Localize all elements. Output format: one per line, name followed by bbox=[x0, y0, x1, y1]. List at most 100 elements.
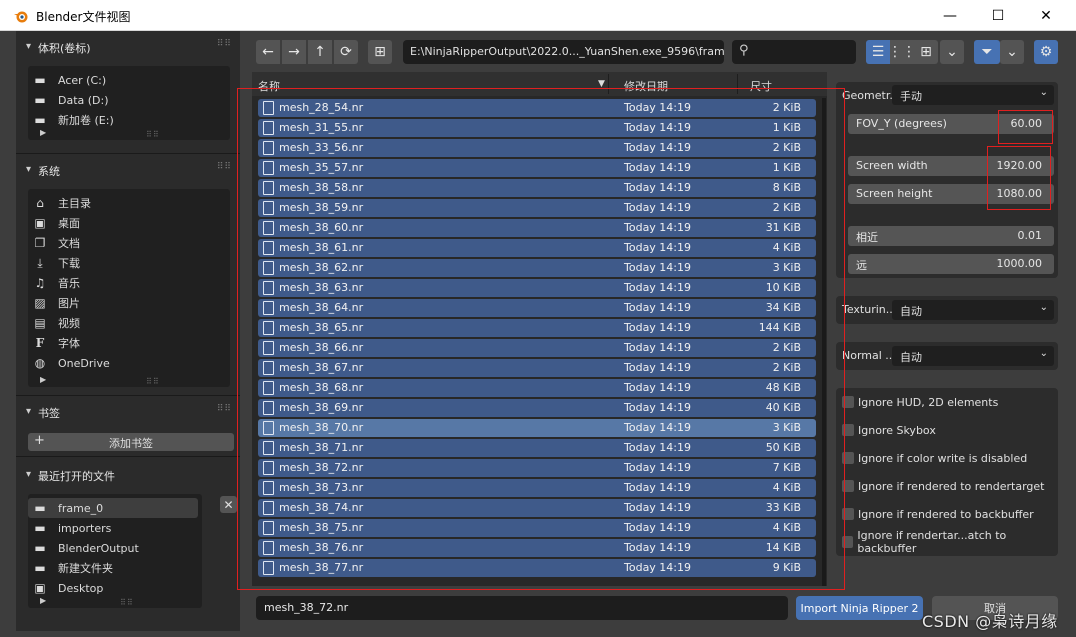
expand-triangle-icon[interactable]: ▶ bbox=[40, 128, 46, 137]
scrollbar[interactable] bbox=[822, 98, 826, 586]
chevron-down-icon: ▾ bbox=[26, 406, 32, 417]
geometry-select[interactable]: 手动 ⌄ bbox=[892, 85, 1054, 105]
view-thumbnails-button[interactable]: ⊞ bbox=[914, 40, 938, 64]
sidebar-item-videos[interactable]: ▤ 视频 bbox=[28, 313, 230, 333]
file-row[interactable]: mesh_31_55.nr Today 14:19 1 KiB bbox=[257, 118, 817, 138]
bookmarks-panel: ▾ 书签 ⠿⠿ + 添加书签 bbox=[22, 401, 234, 451]
close-window-button[interactable]: ✕ bbox=[1023, 0, 1069, 31]
path-field[interactable]: E:\NinjaRipperOutput\2022.0..._YuanShen.… bbox=[403, 40, 724, 64]
file-row[interactable]: mesh_38_71.nr Today 14:19 50 KiB bbox=[257, 438, 817, 458]
parent-directory-button[interactable]: ↑ bbox=[308, 40, 332, 64]
sidebar-item-home[interactable]: ⌂ 主目录 bbox=[28, 193, 230, 213]
sidebar-item-pictures[interactable]: ▨ 图片 bbox=[28, 293, 230, 313]
file-row[interactable]: mesh_38_66.nr Today 14:19 2 KiB bbox=[257, 338, 817, 358]
sidebar-item-drive-c[interactable]: ▬ Acer (C:) bbox=[28, 70, 230, 90]
near-field[interactable]: 相近 0.01 bbox=[848, 226, 1054, 246]
sidebar-item-drive-e[interactable]: ▬ 新加卷 (E:) bbox=[28, 110, 230, 130]
file-row[interactable]: mesh_38_76.nr Today 14:19 14 KiB bbox=[257, 538, 817, 558]
ignore-rendertarget-match-checkbox[interactable]: Ignore if rendertar...atch to backbuffer bbox=[842, 529, 1058, 555]
search-input[interactable]: ⚲ bbox=[732, 40, 856, 64]
file-row[interactable]: mesh_38_67.nr Today 14:19 2 KiB bbox=[257, 358, 817, 378]
new-folder-button[interactable]: ⊞ bbox=[368, 40, 392, 64]
sidebar-item-onedrive[interactable]: ◍ OneDrive bbox=[28, 353, 230, 373]
texturing-select[interactable]: 自动 ⌄ bbox=[892, 300, 1054, 320]
recent-header[interactable]: ▾ 最近打开的文件 bbox=[22, 464, 234, 486]
volumes-header[interactable]: ▾ 体积(卷标) ⠿⠿ bbox=[22, 36, 234, 58]
expand-triangle-icon[interactable]: ▶ bbox=[40, 375, 46, 384]
import-button[interactable]: Import Ninja Ripper 2 bbox=[796, 596, 923, 620]
file-row[interactable]: mesh_38_77.nr Today 14:19 9 KiB bbox=[257, 558, 817, 578]
file-row[interactable]: mesh_28_54.nr Today 14:19 2 KiB bbox=[257, 98, 817, 118]
sidebar-item-fonts[interactable]: F 字体 bbox=[28, 333, 230, 353]
file-row[interactable]: mesh_38_58.nr Today 14:19 8 KiB bbox=[257, 178, 817, 198]
filter-options-dropdown[interactable]: ⌄ bbox=[1000, 40, 1024, 64]
resize-grip-icon[interactable]: ⠿⠿ bbox=[146, 377, 160, 386]
ignore-skybox-checkbox[interactable]: Ignore Skybox bbox=[842, 422, 936, 438]
file-row[interactable]: mesh_38_69.nr Today 14:19 40 KiB bbox=[257, 398, 817, 418]
add-bookmark-button[interactable]: + 添加书签 bbox=[28, 433, 234, 451]
file-row[interactable]: mesh_38_74.nr Today 14:19 33 KiB bbox=[257, 498, 817, 518]
sort-descending-icon[interactable]: ▼ bbox=[598, 79, 605, 89]
refresh-button[interactable]: ⟳ bbox=[334, 40, 358, 64]
file-row[interactable]: mesh_33_56.nr Today 14:19 2 KiB bbox=[257, 138, 817, 158]
file-row[interactable]: mesh_38_68.nr Today 14:19 48 KiB bbox=[257, 378, 817, 398]
back-button[interactable]: ← bbox=[256, 40, 280, 64]
recent-item-new-folder[interactable]: ▬ 新建文件夹 bbox=[28, 558, 202, 578]
recent-item-desktop[interactable]: ▣ Desktop bbox=[28, 578, 202, 598]
minimize-button[interactable]: — bbox=[927, 0, 973, 31]
forward-button[interactable]: → bbox=[282, 40, 306, 64]
sidebar-item-drive-d[interactable]: ▬ Data (D:) bbox=[28, 90, 230, 110]
file-name: mesh_38_76.nr bbox=[279, 541, 364, 554]
screen-height-field[interactable]: Screen height 1080.00 bbox=[848, 184, 1054, 204]
sidebar-item-music[interactable]: ♫ 音乐 bbox=[28, 273, 230, 293]
column-name[interactable]: 名称 bbox=[258, 78, 280, 94]
file-row[interactable]: mesh_38_64.nr Today 14:19 34 KiB bbox=[257, 298, 817, 318]
resize-grip-icon[interactable]: ⠿⠿ bbox=[146, 130, 160, 139]
far-field[interactable]: 远 1000.00 bbox=[848, 254, 1054, 274]
file-row[interactable]: mesh_38_70.nr Today 14:19 3 KiB bbox=[257, 418, 817, 438]
ignore-hud-checkbox[interactable]: Ignore HUD, 2D elements bbox=[842, 394, 998, 410]
recent-item-importers[interactable]: ▬ importers bbox=[28, 518, 202, 538]
drag-grip-icon[interactable]: ⠿⠿ bbox=[217, 404, 232, 414]
column-size[interactable]: 尺寸 bbox=[750, 78, 772, 94]
bookmarks-header[interactable]: ▾ 书签 ⠿⠿ bbox=[22, 401, 234, 423]
file-row[interactable]: mesh_38_75.nr Today 14:19 4 KiB bbox=[257, 518, 817, 538]
expand-triangle-icon[interactable]: ▶ bbox=[40, 596, 46, 605]
sidebar-item-downloads[interactable]: ⤓ 下载 bbox=[28, 253, 230, 273]
filter-toggle-button[interactable]: ⏷ bbox=[974, 40, 1000, 64]
drag-grip-icon[interactable]: ⠿⠿ bbox=[217, 162, 232, 172]
file-row[interactable]: mesh_38_72.nr Today 14:19 7 KiB bbox=[257, 458, 817, 478]
normal-select[interactable]: 自动 ⌄ bbox=[892, 346, 1054, 366]
system-header[interactable]: ▾ 系统 ⠿⠿ bbox=[22, 159, 234, 181]
clear-recent-button[interactable]: ✕ bbox=[220, 496, 237, 513]
file-row[interactable]: mesh_38_60.nr Today 14:19 31 KiB bbox=[257, 218, 817, 238]
ignore-color-write-checkbox[interactable]: Ignore if color write is disabled bbox=[842, 450, 1027, 466]
folder-icon: ▬ bbox=[34, 541, 46, 555]
resize-grip-icon[interactable]: ⠿⠿ bbox=[120, 598, 134, 607]
file-row[interactable]: mesh_38_62.nr Today 14:19 3 KiB bbox=[257, 258, 817, 278]
file-size: 34 KiB bbox=[765, 301, 801, 314]
file-row[interactable]: mesh_38_61.nr Today 14:19 4 KiB bbox=[257, 238, 817, 258]
view-vertical-list-button[interactable]: ☰ bbox=[866, 40, 890, 64]
file-row[interactable]: mesh_38_65.nr Today 14:19 144 KiB bbox=[257, 318, 817, 338]
file-row[interactable]: mesh_38_59.nr Today 14:19 2 KiB bbox=[257, 198, 817, 218]
sidebar-item-documents[interactable]: ❐ 文档 bbox=[28, 233, 230, 253]
ignore-backbuffer-checkbox[interactable]: Ignore if rendered to backbuffer bbox=[842, 506, 1034, 522]
recent-item-blenderoutput[interactable]: ▬ BlenderOutput bbox=[28, 538, 202, 558]
settings-button[interactable]: ⚙ bbox=[1034, 40, 1058, 64]
column-date[interactable]: 修改日期 bbox=[624, 78, 668, 94]
file-row[interactable]: mesh_38_63.nr Today 14:19 10 KiB bbox=[257, 278, 817, 298]
screen-width-field[interactable]: Screen width 1920.00 bbox=[848, 156, 1054, 176]
recent-item-frame-0[interactable]: ▬ frame_0 bbox=[28, 498, 198, 518]
sidebar-item-desktop[interactable]: ▣ 桌面 bbox=[28, 213, 230, 233]
view-options-dropdown[interactable]: ⌄ bbox=[940, 40, 964, 64]
view-horizontal-list-button[interactable]: ⋮⋮ bbox=[888, 40, 916, 64]
fov-field[interactable]: FOV_Y (degrees) 60.00 bbox=[848, 114, 1054, 134]
file-row[interactable]: mesh_35_57.nr Today 14:19 1 KiB bbox=[257, 158, 817, 178]
filename-input[interactable]: mesh_38_72.nr bbox=[256, 596, 788, 620]
ignore-rendertarget-checkbox[interactable]: Ignore if rendered to rendertarget bbox=[842, 478, 1044, 494]
maximize-button[interactable]: ☐ bbox=[975, 0, 1021, 31]
file-list: 名称 ▼ 修改日期 尺寸 mesh_28_54.nr Today 14:19 2 K… bbox=[252, 72, 827, 586]
drag-grip-icon[interactable]: ⠿⠿ bbox=[217, 39, 232, 49]
file-row[interactable]: mesh_38_73.nr Today 14:19 4 KiB bbox=[257, 478, 817, 498]
